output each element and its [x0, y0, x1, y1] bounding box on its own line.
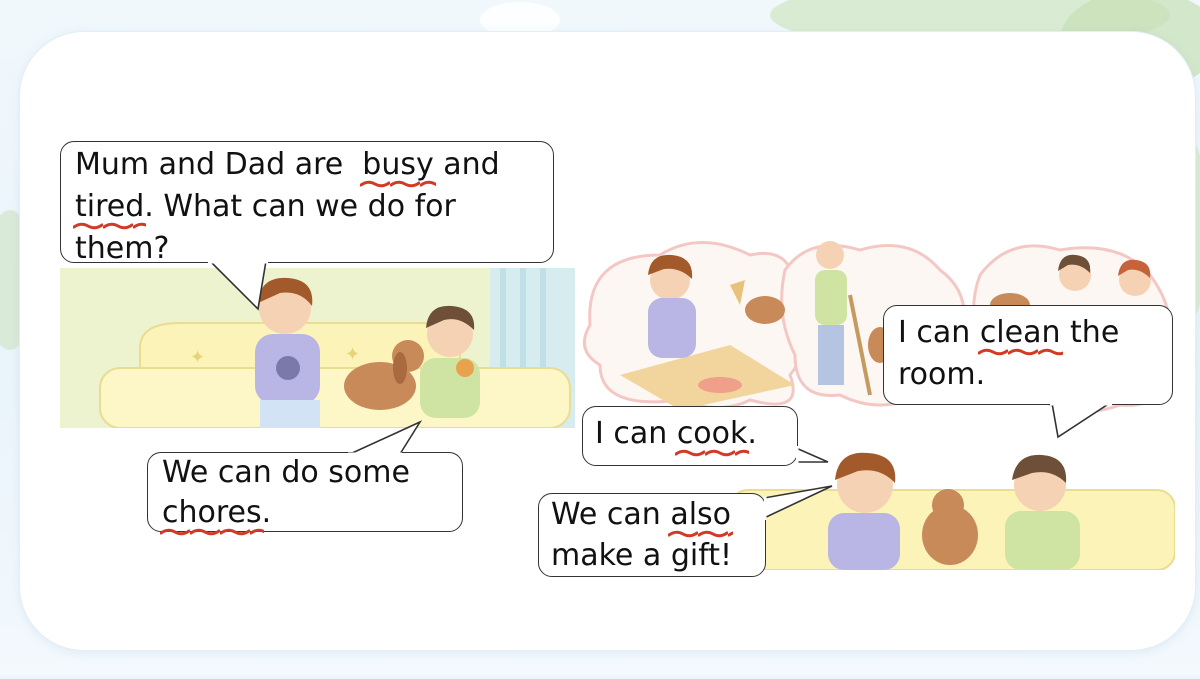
bubble-line: chores.: [162, 493, 448, 533]
bubble-line: We can do some: [162, 455, 410, 490]
bubble-text: .: [261, 495, 272, 530]
underlined-word-chores: chores: [162, 495, 262, 530]
svg-text:✦: ✦: [190, 347, 205, 368]
bubble-line: room.: [898, 357, 986, 392]
underlined-word-also: also: [670, 497, 732, 532]
bubble-line: tired. What can we do for: [75, 186, 539, 228]
bubble-line: Mum and Dad are busy and: [75, 144, 539, 186]
bubble-line: them?: [75, 231, 170, 266]
underlined-word-clean: clean: [979, 315, 1061, 350]
sofa-scene-image: ✦ ✦: [60, 268, 575, 428]
svg-text:✦: ✦: [345, 344, 360, 365]
speech-bubble-gift: We can also make a gift!: [538, 493, 766, 577]
bubble-line: I can clean the: [898, 312, 1158, 354]
speech-bubble-clean: I can clean the room.: [883, 305, 1173, 405]
speech-bubble-cook: I can cook.: [582, 406, 798, 466]
bubble-text: and: [433, 147, 500, 182]
speech-bubble-chores: We can do some chores.: [147, 452, 463, 532]
bubble-text: Mum and Dad are: [75, 147, 363, 182]
bubble-text: the: [1060, 315, 1120, 350]
bubble-text: . What can we do for: [144, 189, 456, 224]
left-scene-illustration: ✦ ✦: [60, 268, 575, 428]
bubble-text: .: [747, 416, 757, 451]
bubble-line: make a gift!: [551, 538, 733, 573]
underlined-word-tired: tired: [75, 189, 145, 224]
bubble-line: We can also: [551, 494, 753, 535]
underlined-word-cook: cook: [676, 416, 748, 451]
bubble-line: I can cook.: [595, 413, 785, 455]
bubble-text: I can: [898, 315, 980, 350]
bubble-text: We can: [551, 497, 671, 532]
speech-bubble-mum-dad: Mum and Dad are busy and tired. What can…: [60, 141, 554, 266]
underlined-word-busy: busy: [362, 147, 434, 182]
bubble-text: I can: [595, 416, 677, 451]
